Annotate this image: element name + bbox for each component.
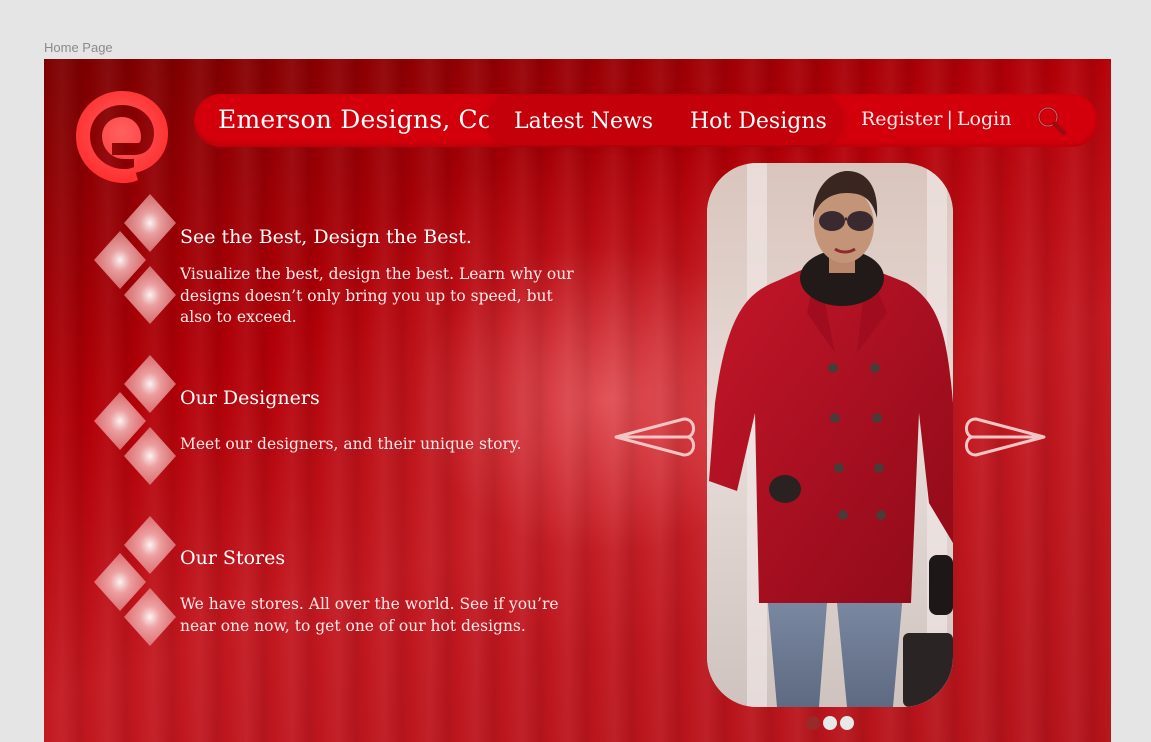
diamond-icon xyxy=(94,355,176,485)
nav-menu-pill: Latest News Hot Designs xyxy=(488,96,842,145)
nav-link-hot-designs[interactable]: Hot Designs xyxy=(690,109,827,134)
frame-label: Home Page xyxy=(44,40,113,55)
diamond-icon xyxy=(94,194,176,324)
carousel-indicator xyxy=(806,716,856,730)
feature-our-designers: Our Designers Meet our designers, and th… xyxy=(94,355,574,490)
logo-icon[interactable] xyxy=(68,81,176,189)
feature-description: Meet our designers, and their unique sto… xyxy=(180,435,522,453)
login-link[interactable]: Login xyxy=(957,108,1012,130)
feature-description: Visualize the best, design the best. Lea… xyxy=(180,265,574,326)
auth-separator: | xyxy=(946,108,953,130)
feature-title[interactable]: Our Designers xyxy=(180,387,320,409)
search-icon[interactable] xyxy=(1034,104,1068,138)
model-in-red-coat-image xyxy=(707,163,953,707)
feature-our-stores: Our Stores We have stores. All over the … xyxy=(94,516,574,651)
carousel-dot[interactable] xyxy=(806,716,820,730)
feature-title[interactable]: Our Stores xyxy=(180,547,285,569)
brand-name[interactable]: Emerson Designs, Co. xyxy=(218,105,501,134)
carousel-photo[interactable] xyxy=(707,163,953,707)
register-link[interactable]: Register xyxy=(861,108,943,130)
carousel-dot[interactable] xyxy=(823,716,837,730)
feature-see-the-best: See the Best, Design the Best. Visualize… xyxy=(94,194,574,329)
top-nav-bar: Emerson Designs, Co. Latest News Hot Des… xyxy=(194,94,1098,147)
carousel-dot[interactable] xyxy=(840,716,854,730)
diamond-icon xyxy=(94,516,176,646)
home-page-canvas: Emerson Designs, Co. Latest News Hot Des… xyxy=(44,59,1111,742)
auth-links: Register | Login xyxy=(861,108,1011,130)
nav-link-latest-news[interactable]: Latest News xyxy=(514,109,653,134)
arrow-right-icon[interactable] xyxy=(964,416,1046,458)
feature-description: We have stores. All over the world. See … xyxy=(180,595,559,635)
feature-title[interactable]: See the Best, Design the Best. xyxy=(180,226,472,248)
arrow-left-icon[interactable] xyxy=(614,416,696,458)
